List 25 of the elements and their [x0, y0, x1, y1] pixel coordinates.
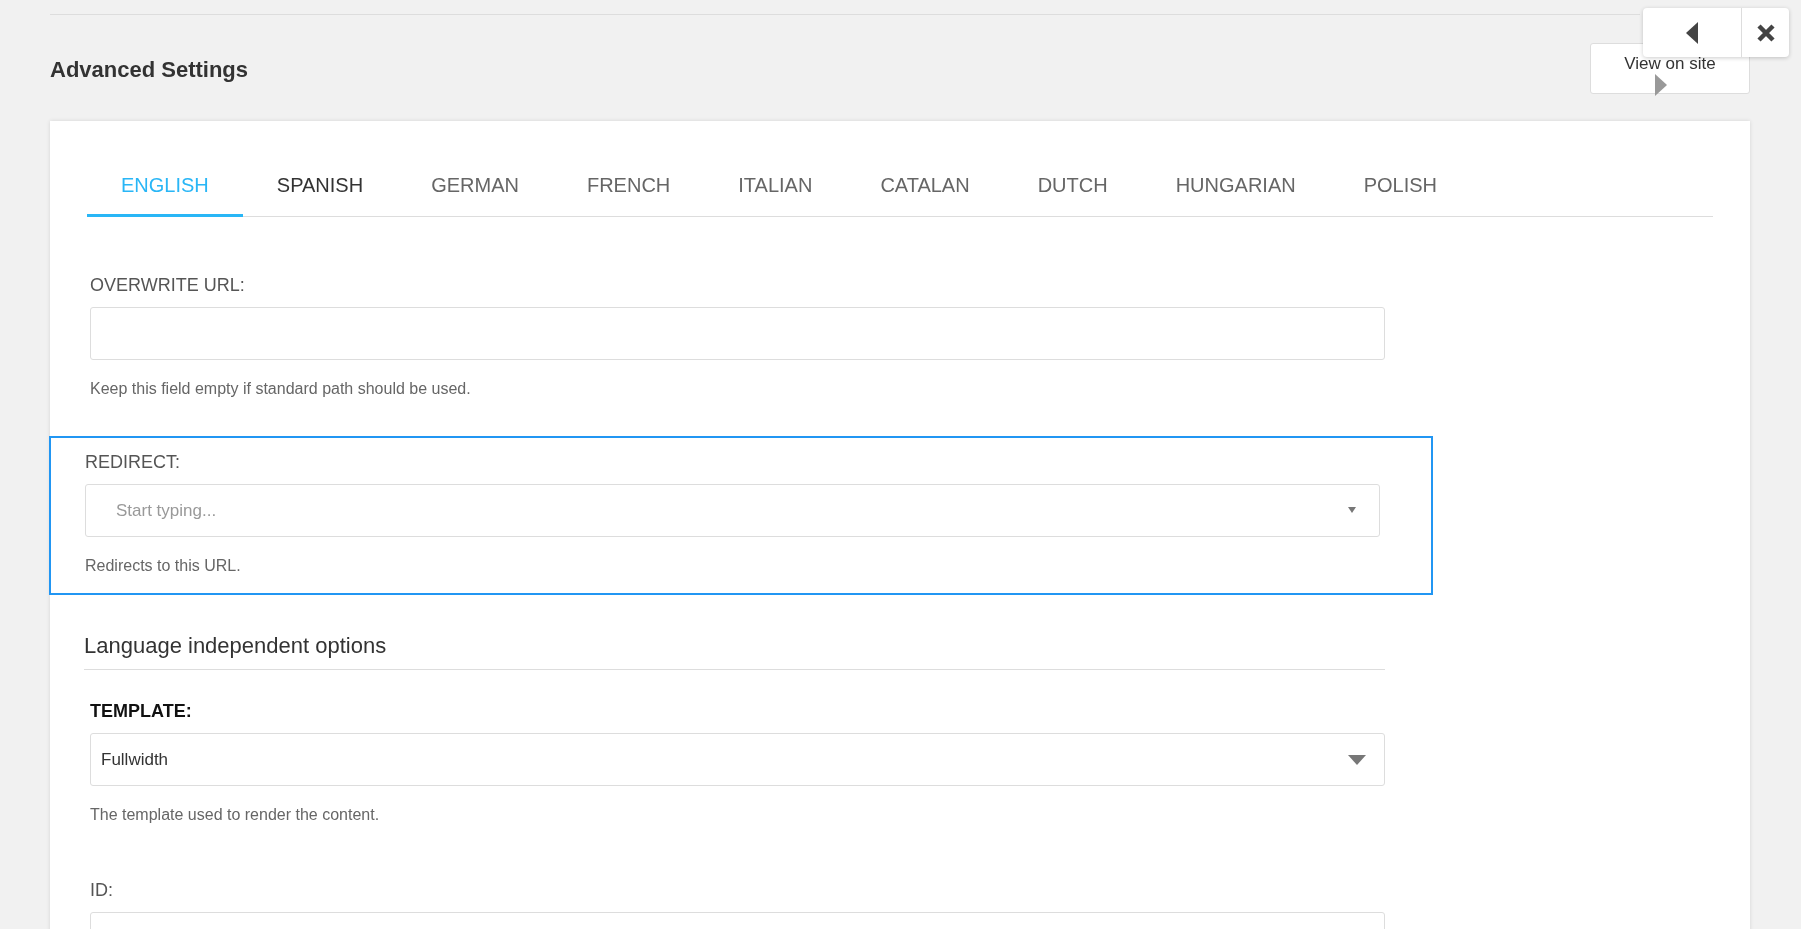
language-tab[interactable]: GERMAN — [397, 157, 553, 217]
language-tab[interactable]: SPANISH — [242, 157, 398, 217]
field-label: REDIRECT: — [85, 452, 181, 473]
autocomplete-field[interactable]: Start typing... — [85, 484, 1380, 537]
field-label: ID: — [90, 880, 114, 901]
left-triangle-icon — [1686, 21, 1698, 44]
play-triangle-icon — [1655, 74, 1667, 96]
help-text: Redirects to this URL. — [85, 557, 242, 575]
select-field[interactable]: Fullwidth — [90, 733, 1385, 786]
field-label: TEMPLATE: — [90, 701, 193, 722]
language-tab[interactable]: FRENCH — [552, 157, 705, 217]
help-text: The template used to render the content. — [90, 806, 381, 824]
language-tab[interactable]: DUTCH — [1003, 157, 1142, 217]
field-label: OVERWRITE URL: — [90, 275, 246, 296]
page-title: Advanced Settings — [50, 57, 249, 83]
dropdown-caret-icon — [1348, 754, 1366, 765]
close-icon — [1756, 23, 1775, 42]
language-tab[interactable]: ITALIAN — [704, 157, 847, 217]
language-tab[interactable]: POLISH — [1329, 157, 1472, 217]
section-heading: Language independent options — [84, 633, 1385, 670]
help-text: Keep this field empty if standard path should be used. — [90, 380, 472, 398]
dropdown-caret-icon — [1348, 507, 1356, 513]
text-input[interactable] — [90, 307, 1385, 360]
language-tab[interactable]: CATALAN — [846, 157, 1004, 217]
language-tab[interactable]: HUNGARIAN — [1141, 157, 1330, 217]
